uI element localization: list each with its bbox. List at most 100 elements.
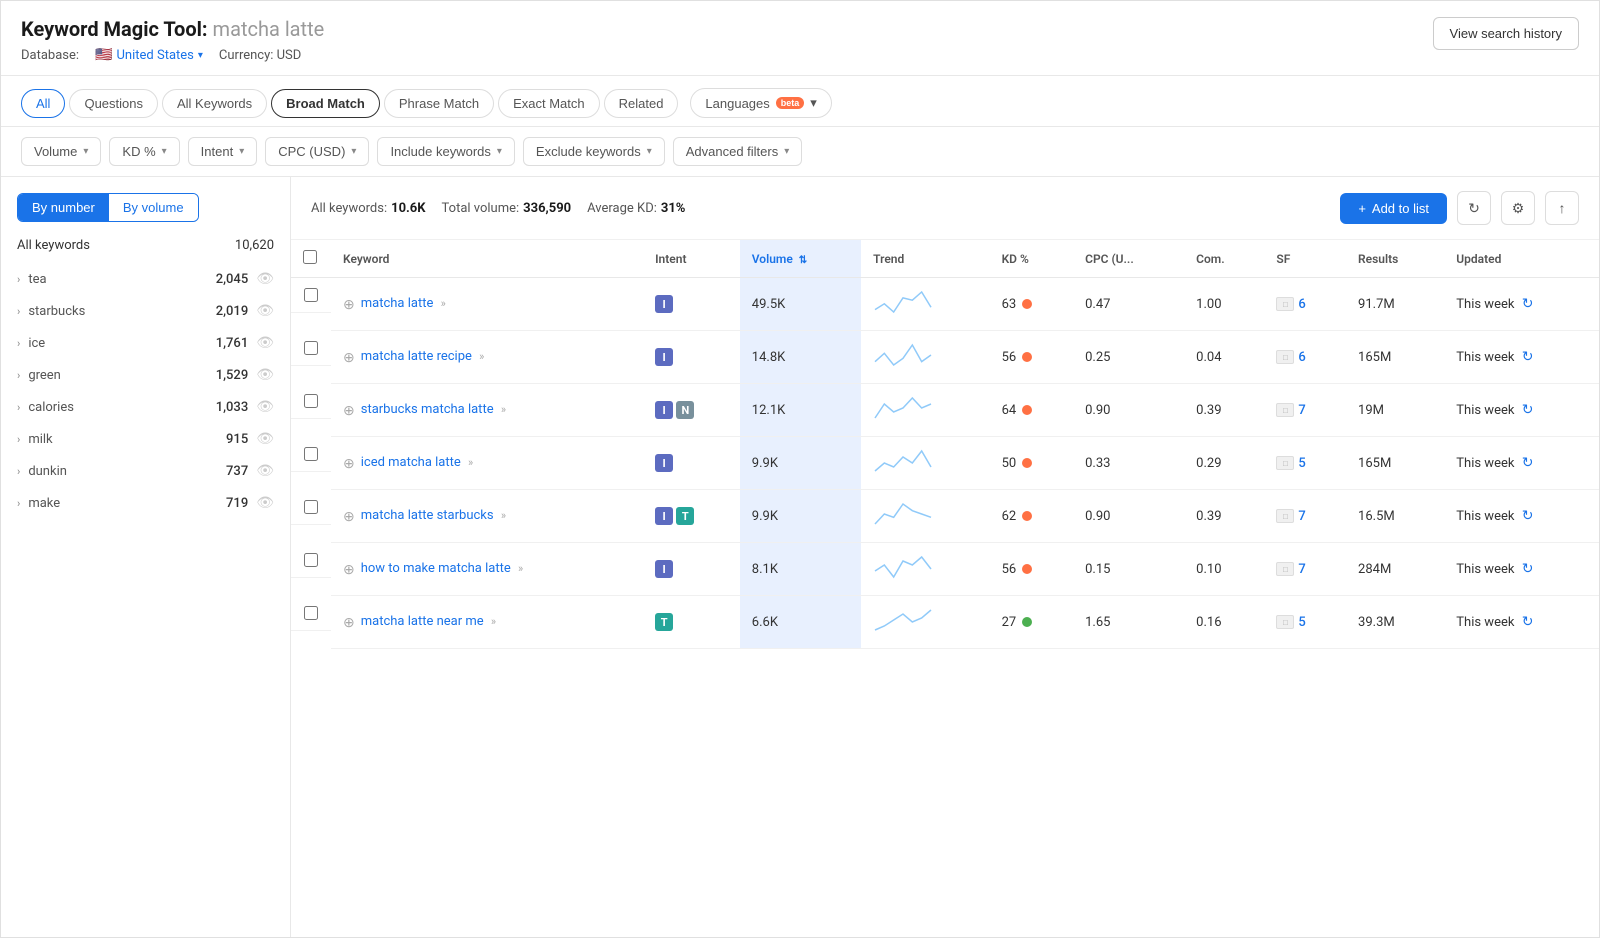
row-checkbox[interactable] <box>304 341 318 355</box>
refresh-row-icon[interactable]: ↻ <box>1522 349 1534 365</box>
select-all-checkbox[interactable] <box>303 250 317 264</box>
refresh-row-icon[interactable]: ↻ <box>1522 614 1534 630</box>
eye-icon[interactable]: 👁 <box>256 495 274 511</box>
sf-value: 7 <box>1298 562 1305 577</box>
eye-icon[interactable]: 👁 <box>256 399 274 415</box>
add-keyword-icon[interactable]: ⊕ <box>343 456 355 472</box>
tab-questions[interactable]: Questions <box>69 89 158 118</box>
sidebar-count: 719 <box>226 496 248 511</box>
avg-kd-value: 31% <box>661 201 686 216</box>
eye-icon[interactable]: 👁 <box>256 431 274 447</box>
languages-chevron-icon: ▾ <box>810 95 817 111</box>
kd-dot <box>1022 564 1032 574</box>
keyword-link[interactable]: matcha latte near me <box>361 614 484 629</box>
row-checkbox[interactable] <box>304 288 318 302</box>
volume-cell: 49.5K <box>740 278 861 331</box>
advanced-filters[interactable]: Advanced filters ▾ <box>673 137 803 166</box>
keyword-link[interactable]: starbucks matcha latte <box>361 402 494 417</box>
include-keywords-label: Include keywords <box>390 144 490 159</box>
row-checkbox[interactable] <box>304 553 318 567</box>
com-cell: 1.00 <box>1184 278 1264 331</box>
trend-cell <box>861 437 989 490</box>
database-selector[interactable]: 🇺🇸 United States ▾ <box>95 47 203 63</box>
list-item[interactable]: › tea 2,045 👁 <box>1 263 290 295</box>
eye-icon[interactable]: 👁 <box>256 463 274 479</box>
sf-icon: □ <box>1276 456 1294 470</box>
keyword-link[interactable]: how to make matcha latte <box>361 561 511 576</box>
col-cpc: CPC (U... <box>1073 240 1184 278</box>
row-checkbox[interactable] <box>304 606 318 620</box>
kd-value: 63 <box>1002 297 1017 312</box>
add-keyword-icon[interactable]: ⊕ <box>343 615 355 631</box>
intent-cell: I T <box>643 490 740 543</box>
volume-filter[interactable]: Volume ▾ <box>21 137 101 166</box>
add-keyword-icon[interactable]: ⊕ <box>343 403 355 419</box>
intent-filter[interactable]: Intent ▾ <box>188 137 258 166</box>
add-to-list-button[interactable]: + Add to list <box>1340 193 1447 224</box>
exclude-keywords-filter[interactable]: Exclude keywords ▾ <box>523 137 665 166</box>
expand-icon: › <box>17 369 20 382</box>
keyword-link[interactable]: matcha latte <box>361 296 434 311</box>
refresh-row-icon[interactable]: ↻ <box>1522 296 1534 312</box>
col-volume[interactable]: Volume ⇅ <box>740 240 861 278</box>
list-item[interactable]: › ice 1,761 👁 <box>1 327 290 359</box>
tab-all[interactable]: All <box>21 89 65 118</box>
tab-related[interactable]: Related <box>604 89 679 118</box>
checkbox-cell <box>291 331 331 366</box>
eye-icon[interactable]: 👁 <box>256 367 274 383</box>
kd-filter[interactable]: KD % ▾ <box>109 137 179 166</box>
by-volume-toggle[interactable]: By volume <box>109 194 198 221</box>
table-row: ⊕ starbucks matcha latte » I N 12.1K 64 … <box>291 384 1599 437</box>
settings-button[interactable]: ⚙ <box>1501 191 1535 225</box>
tab-broad-match[interactable]: Broad Match <box>271 89 380 118</box>
refresh-row-icon[interactable]: ↻ <box>1522 455 1534 471</box>
by-number-toggle[interactable]: By number <box>18 194 109 221</box>
list-item[interactable]: › green 1,529 👁 <box>1 359 290 391</box>
export-button[interactable]: ↑ <box>1545 191 1579 225</box>
keyword-link[interactable]: iced matcha latte <box>361 455 461 470</box>
add-keyword-icon[interactable]: ⊕ <box>343 297 355 313</box>
keyword-cell: ⊕ how to make matcha latte » <box>331 543 643 596</box>
volume-cell: 9.9K <box>740 490 861 543</box>
eye-icon[interactable]: 👁 <box>256 303 274 319</box>
eye-icon[interactable]: 👁 <box>256 271 274 287</box>
cpc-filter[interactable]: CPC (USD) ▾ <box>265 137 369 166</box>
results-cell: 16.5M <box>1346 490 1444 543</box>
keyword-link[interactable]: matcha latte starbucks <box>361 508 494 523</box>
kd-value: 64 <box>1002 403 1017 418</box>
eye-icon[interactable]: 👁 <box>256 335 274 351</box>
tab-phrase-match[interactable]: Phrase Match <box>384 89 494 118</box>
keyword-link[interactable]: matcha latte recipe <box>361 349 472 364</box>
list-item[interactable]: › calories 1,033 👁 <box>1 391 290 423</box>
row-checkbox[interactable] <box>304 394 318 408</box>
refresh-row-icon[interactable]: ↻ <box>1522 402 1534 418</box>
list-item[interactable]: › starbucks 2,019 👁 <box>1 295 290 327</box>
refresh-row-icon[interactable]: ↻ <box>1522 508 1534 524</box>
navigate-icon: » <box>468 456 473 469</box>
refresh-row-icon[interactable]: ↻ <box>1522 561 1534 577</box>
include-keywords-filter[interactable]: Include keywords ▾ <box>377 137 514 166</box>
refresh-button[interactable]: ↻ <box>1457 191 1491 225</box>
tab-all-keywords[interactable]: All Keywords <box>162 89 267 118</box>
add-keyword-icon[interactable]: ⊕ <box>343 562 355 578</box>
list-item[interactable]: › milk 915 👁 <box>1 423 290 455</box>
row-checkbox[interactable] <box>304 500 318 514</box>
tab-exact-match[interactable]: Exact Match <box>498 89 600 118</box>
view-history-button[interactable]: View search history <box>1433 17 1579 50</box>
intent-badge: N <box>676 401 694 419</box>
keyword-cell: ⊕ matcha latte starbucks » <box>331 490 643 543</box>
languages-button[interactable]: Languages beta ▾ <box>690 88 831 118</box>
col-results: Results <box>1346 240 1444 278</box>
kd-cell: 50 <box>990 437 1074 490</box>
list-item[interactable]: › dunkin 737 👁 <box>1 455 290 487</box>
row-checkbox[interactable] <box>304 447 318 461</box>
table-row: ⊕ matcha latte starbucks » I T 9.9K 62 0… <box>291 490 1599 543</box>
volume-cell: 12.1K <box>740 384 861 437</box>
com-cell: 0.39 <box>1184 490 1264 543</box>
keyword-cell: ⊕ iced matcha latte » <box>331 437 643 490</box>
header: Keyword Magic Tool: matcha latte Databas… <box>1 1 1599 76</box>
updated-cell: This week ↻ <box>1444 278 1599 331</box>
add-keyword-icon[interactable]: ⊕ <box>343 350 355 366</box>
list-item[interactable]: › make 719 👁 <box>1 487 290 519</box>
add-keyword-icon[interactable]: ⊕ <box>343 509 355 525</box>
